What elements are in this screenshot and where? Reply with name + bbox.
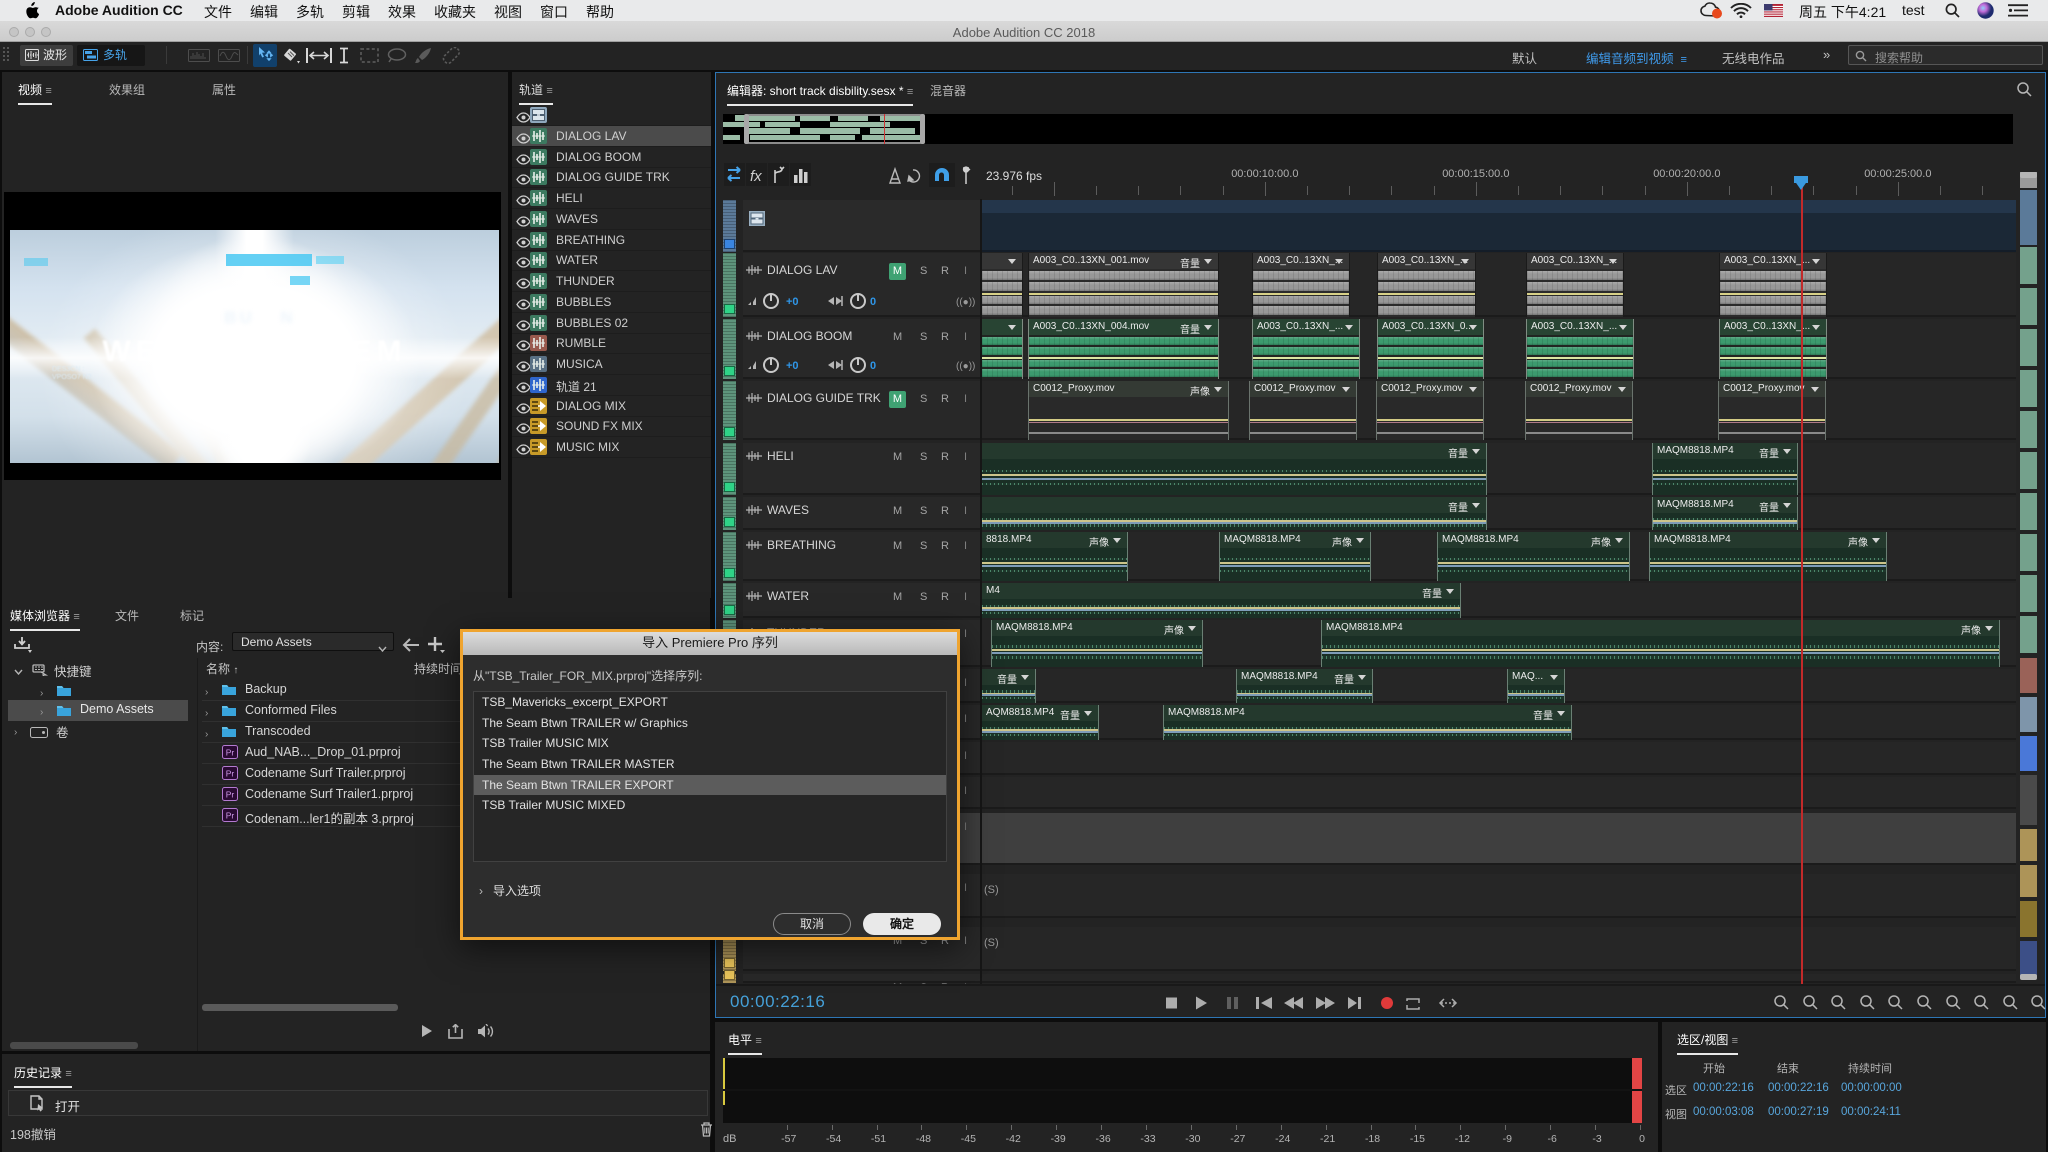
svg-text:0: 0 xyxy=(870,296,876,308)
svg-text:Pr: Pr xyxy=(226,769,235,779)
svg-text:Pr: Pr xyxy=(226,811,235,821)
svg-text:Pr: Pr xyxy=(226,748,235,758)
svg-text:fx: fx xyxy=(750,168,762,185)
svg-text:0: 0 xyxy=(870,360,876,372)
svg-text:+0: +0 xyxy=(786,296,799,308)
svg-text:+0: +0 xyxy=(786,360,799,372)
svg-text:((●)): ((●)) xyxy=(956,297,975,308)
svg-text:Pr: Pr xyxy=(226,790,235,800)
svg-text:((●)): ((●)) xyxy=(956,361,975,372)
